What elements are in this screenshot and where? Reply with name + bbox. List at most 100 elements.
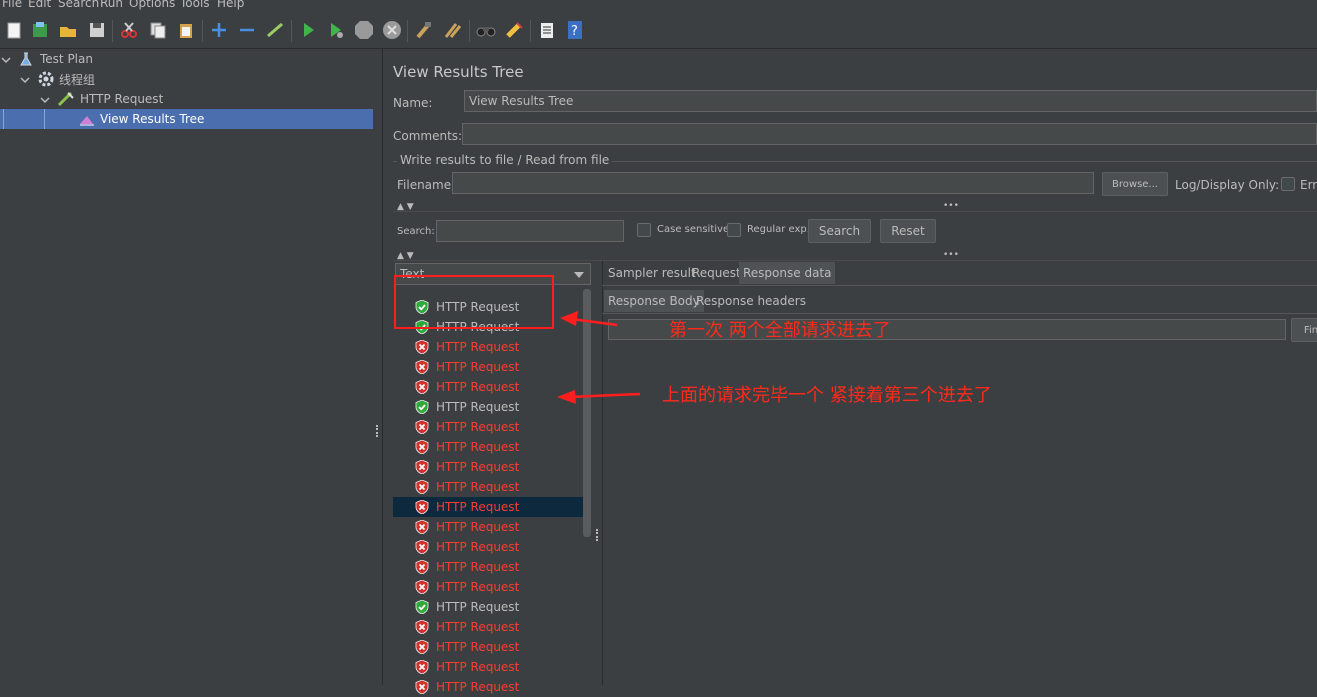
error-shield-icon [415, 660, 429, 674]
result-item[interactable]: HTTP Request [393, 457, 583, 477]
result-item-label: HTTP Request [436, 300, 520, 314]
svg-text:?: ? [571, 24, 578, 39]
tab-request[interactable]: Request [688, 262, 745, 284]
menu-run[interactable]: Run [100, 0, 123, 10]
result-item[interactable]: HTTP Request [393, 357, 583, 377]
result-item[interactable]: HTTP Request [393, 637, 583, 657]
filename-field[interactable] [452, 172, 1094, 194]
menu-search[interactable]: Search [58, 0, 99, 10]
save-icon[interactable] [87, 20, 107, 40]
regular-exp-checkbox[interactable] [727, 223, 741, 237]
chevron-down-icon[interactable] [40, 95, 50, 105]
menu-help[interactable]: Help [217, 0, 244, 10]
result-item[interactable]: HTTP Request [393, 297, 583, 317]
tree-item-label: HTTP Request [80, 92, 164, 106]
result-item[interactable]: HTTP Request [393, 477, 583, 497]
result-item-label: HTTP Request [436, 540, 520, 554]
clear-all-icon[interactable] [443, 20, 463, 40]
help-icon[interactable]: ? [565, 20, 585, 40]
result-item[interactable]: HTTP Request [393, 337, 583, 357]
result-item-label: HTTP Request [436, 480, 520, 494]
error-shield-icon [415, 360, 429, 374]
log-display-label: Log/Display Only: [1175, 178, 1280, 192]
chevron-down-icon[interactable] [1, 55, 11, 65]
splitter-grip[interactable]: ••• [943, 201, 959, 211]
tree-item-label: View Results Tree [100, 112, 205, 126]
tab-response-body[interactable]: Response Body [604, 290, 704, 312]
tree-item-view-results-tree[interactable]: View Results Tree [0, 109, 373, 129]
renderer-select[interactable]: Text [395, 263, 591, 285]
copy-icon[interactable] [148, 20, 168, 40]
results-list: HTTP Request HTTP Request HTTP Request HTTP… [393, 289, 593, 694]
tab-response-data[interactable]: Response data [739, 262, 836, 284]
result-item-label: HTTP Request [436, 680, 520, 694]
paste-icon[interactable] [176, 20, 196, 40]
menu-edit[interactable]: Edit [28, 0, 51, 10]
result-item[interactable]: HTTP Request [393, 597, 583, 617]
errors-checkbox[interactable] [1281, 177, 1295, 191]
result-item-label: HTTP Request [436, 340, 520, 354]
find-button[interactable]: Fin [1291, 318, 1317, 342]
search-icon[interactable] [476, 20, 496, 40]
result-item-label: HTTP Request [436, 500, 520, 514]
error-shield-icon [415, 620, 429, 634]
result-item[interactable]: HTTP Request [393, 577, 583, 597]
result-item[interactable]: HTTP Request [393, 417, 583, 437]
success-shield-icon [415, 600, 429, 614]
tab-sampler-result[interactable]: Sampler result [604, 262, 700, 284]
result-item[interactable]: HTTP Request [393, 397, 583, 417]
menu-file[interactable]: File [2, 0, 22, 10]
name-field[interactable]: View Results Tree [464, 90, 1317, 112]
result-item[interactable]: HTTP Request [393, 617, 583, 637]
result-item[interactable]: HTTP Request [393, 537, 583, 557]
tab-response-headers[interactable]: Response headers [692, 290, 810, 312]
details-divider[interactable] [593, 261, 603, 685]
chevron-down-icon[interactable] [20, 75, 30, 85]
expand-icon[interactable] [209, 20, 229, 40]
result-item[interactable]: HTTP Request [393, 517, 583, 537]
toggle-icon[interactable] [265, 20, 285, 40]
results-scrollbar[interactable] [583, 289, 591, 537]
error-shield-icon [415, 580, 429, 594]
comments-field[interactable] [462, 123, 1317, 145]
result-item[interactable]: HTTP Request [393, 557, 583, 577]
browse-button[interactable]: Browse... [1102, 172, 1168, 196]
shutdown-icon[interactable] [382, 20, 402, 40]
reset-search-icon[interactable] [504, 20, 524, 40]
split-divider[interactable] [373, 49, 383, 685]
open-icon[interactable] [58, 20, 78, 40]
result-item[interactable]: HTTP Request [393, 657, 583, 677]
result-item[interactable]: HTTP Request [393, 377, 583, 397]
function-helper-icon[interactable] [537, 20, 557, 40]
result-item[interactable]: HTTP Request [393, 677, 583, 697]
clear-icon[interactable] [414, 20, 434, 40]
reset-button[interactable]: Reset [880, 219, 936, 243]
tree-item-test-plan[interactable]: Test Plan [18, 49, 93, 69]
panel-title: View Results Tree [393, 63, 524, 81]
case-sensitive-checkbox[interactable] [637, 223, 651, 237]
splitter-grip[interactable]: ••• [943, 250, 959, 260]
cut-icon[interactable] [119, 20, 139, 40]
result-item-label: HTTP Request [436, 620, 520, 634]
result-item[interactable]: HTTP Request [393, 317, 583, 337]
start-no-pause-icon[interactable] [326, 20, 346, 40]
tree-item-thread-group[interactable]: 线程组 [37, 69, 95, 89]
menu-options[interactable]: Options [129, 0, 175, 10]
pipette-icon [57, 91, 74, 107]
result-item-label: HTTP Request [436, 380, 520, 394]
filename-label: Filename [397, 178, 452, 192]
result-item[interactable]: HTTP Request [393, 497, 583, 517]
menu-tools[interactable]: Tools [180, 0, 210, 10]
result-item[interactable]: HTTP Request [393, 437, 583, 457]
tree-item-http-request[interactable]: HTTP Request [57, 89, 163, 109]
collapse-icon[interactable] [237, 20, 257, 40]
search-button[interactable]: Search [808, 219, 871, 243]
result-item-label: HTTP Request [436, 660, 520, 674]
start-icon[interactable] [298, 20, 318, 40]
search-input[interactable] [436, 220, 624, 242]
error-shield-icon [415, 640, 429, 654]
templates-icon[interactable] [30, 20, 50, 40]
new-icon[interactable] [4, 20, 24, 40]
comments-label: Comments: [393, 129, 463, 143]
stop-icon[interactable] [354, 20, 374, 40]
